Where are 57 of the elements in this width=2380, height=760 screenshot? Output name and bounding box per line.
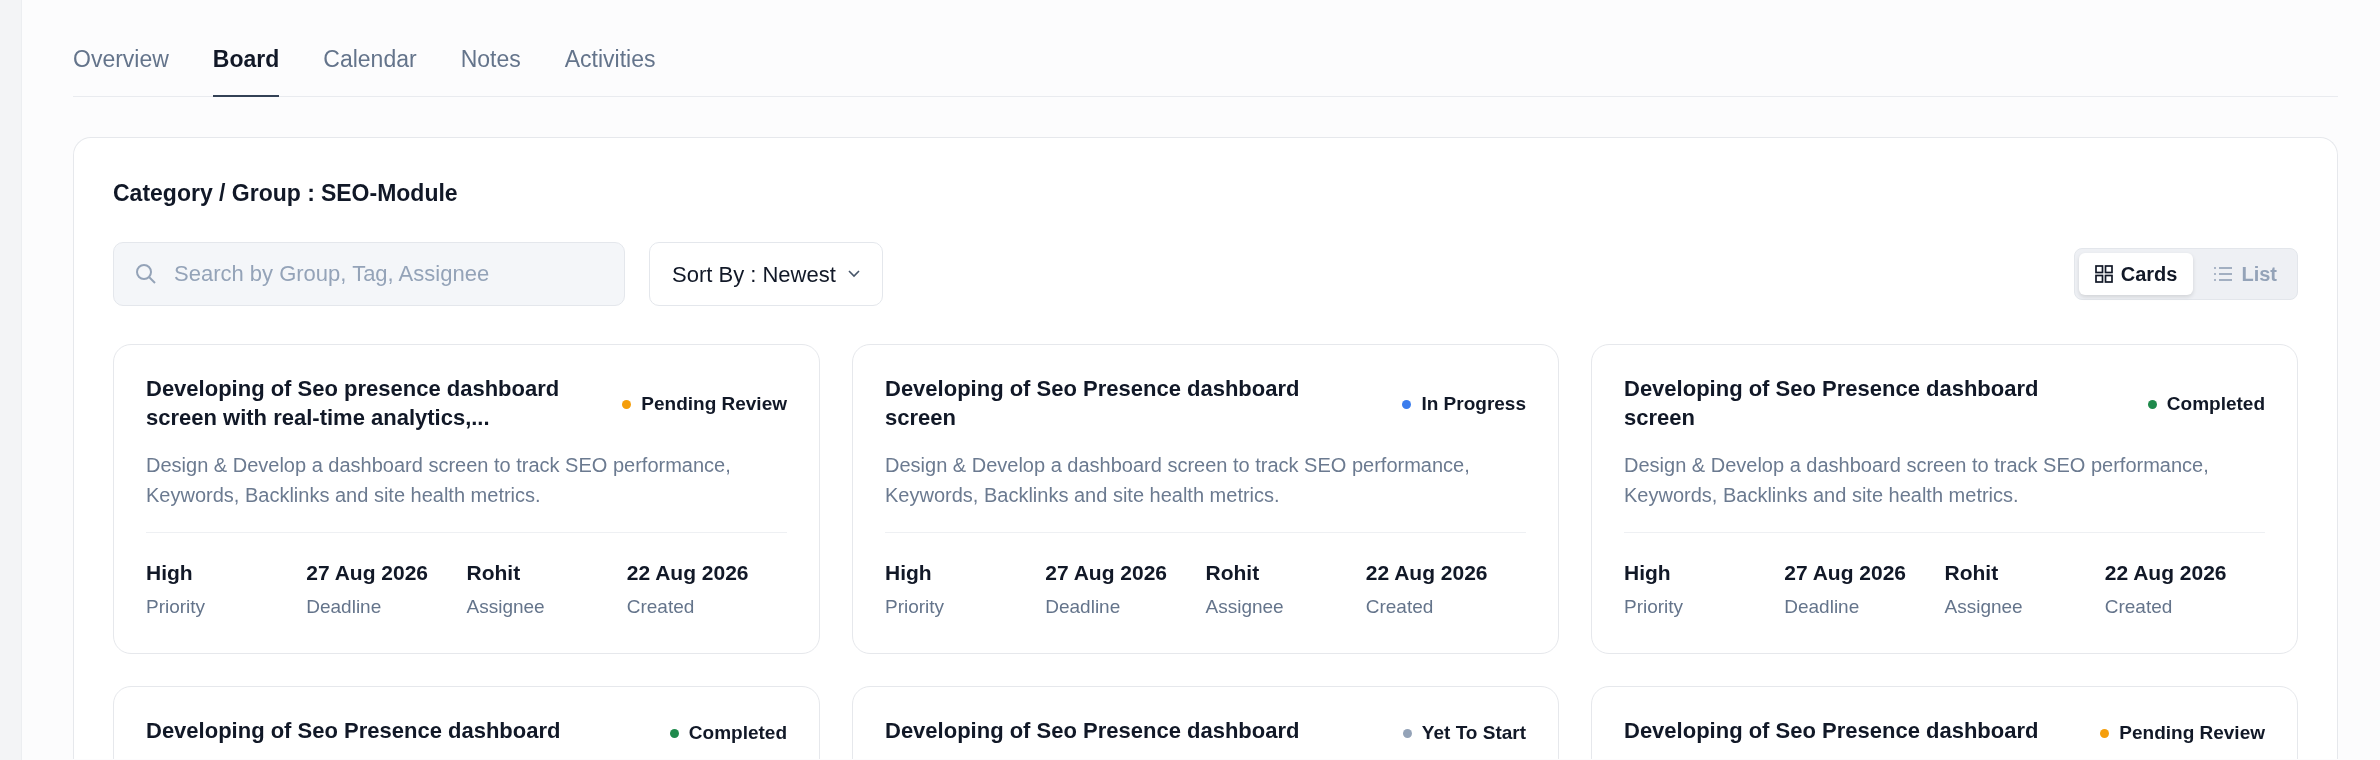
stat-value: 27 Aug 2026 — [306, 560, 430, 587]
stat-value: Rohit — [1205, 560, 1261, 587]
sort-dropdown[interactable]: Sort By : Newest — [649, 242, 883, 306]
stat-label: Assignee — [466, 594, 546, 619]
stat-label: Created — [2104, 594, 2174, 619]
status-label: Pending Review — [641, 392, 787, 417]
task-description: Design & Develop a dashboard screen to track SEO performance, Keywords, Backlinks and site health metrics. — [885, 450, 1526, 534]
status-label: Completed — [2166, 392, 2265, 417]
stat-label: Deadline — [1784, 594, 1861, 619]
tab[interactable]: Calendar — [323, 42, 417, 97]
stat-label: Deadline — [306, 594, 383, 619]
task-card[interactable]: Developing of Seo Presence dashboard Pending Review — [1591, 686, 2298, 759]
stat-value: 22 Aug 2026 — [2104, 560, 2228, 587]
task-title: Developing of Seo Presence dashboard — [1624, 717, 2039, 745]
tab[interactable]: Activities — [564, 42, 656, 97]
stat-label: Assignee — [1205, 594, 1285, 619]
task-card[interactable] — [852, 344, 1559, 654]
tab[interactable]: Board — [212, 42, 280, 97]
task-card[interactable] — [1591, 344, 2298, 654]
stat-label: Priority — [885, 594, 946, 619]
search-field[interactable]: Search by Group, Tag, Assignee — [113, 242, 625, 306]
task-title: Developing of Seo Presence dashboard — [885, 717, 1300, 745]
task-card[interactable]: Developing of Seo Presence dashboard Yet To Start — [852, 686, 1559, 759]
tab[interactable]: Notes — [460, 42, 521, 97]
cards-view-button[interactable]: Cards — [2078, 253, 2194, 295]
stat-value: High — [1624, 560, 1672, 587]
status-label: In Progress — [1421, 392, 1526, 417]
stat-value: 27 Aug 2026 — [1784, 560, 1908, 587]
task-title: Developing of Seo Presence dashboard screen — [885, 375, 1301, 432]
stat-label: Priority — [1624, 594, 1685, 619]
status-label: Completed — [688, 721, 787, 745]
status-label: Pending Review — [2119, 721, 2265, 745]
stat-label: Deadline — [1045, 594, 1122, 619]
chevron-down-icon — [847, 270, 860, 278]
stat-value: 22 Aug 2026 — [626, 560, 750, 587]
stat-label: Created — [1365, 594, 1435, 619]
list-icon — [2213, 266, 2234, 282]
task-card[interactable]: Developing of Seo Presence dashboard Completed — [113, 686, 820, 759]
stat-value: Rohit — [1944, 560, 2000, 587]
status-label: Yet To Start — [1421, 721, 1526, 745]
grid-icon — [2094, 265, 2113, 283]
task-title: Developing of Seo Presence dashboard screen — [1624, 375, 2040, 432]
task-title: Developing of Seo presence dashboard screen with real-time analytics,... — [146, 375, 561, 432]
task-description: Design & Develop a dashboard screen to track SEO performance, Keywords, Backlinks and site health metrics. — [1624, 450, 2265, 534]
tab[interactable]: Overview — [73, 42, 169, 97]
stat-value: High — [885, 560, 933, 587]
stat-value: Rohit — [466, 560, 522, 587]
stat-label: Assignee — [1944, 594, 2024, 619]
task-card[interactable] — [113, 344, 820, 654]
task-title: Developing of Seo Presence dashboard — [146, 717, 561, 745]
stat-label: Created — [626, 594, 696, 619]
task-description: Design & Develop a dashboard screen to track SEO performance, Keywords, Backlinks and site health metrics. — [146, 450, 787, 534]
category-group-heading: Category / Group : SEO-Module — [113, 178, 459, 208]
stat-value: 22 Aug 2026 — [1365, 560, 1489, 587]
stat-value: 27 Aug 2026 — [1045, 560, 1169, 587]
stat-label: Priority — [146, 594, 207, 619]
stat-value: High — [146, 560, 194, 587]
